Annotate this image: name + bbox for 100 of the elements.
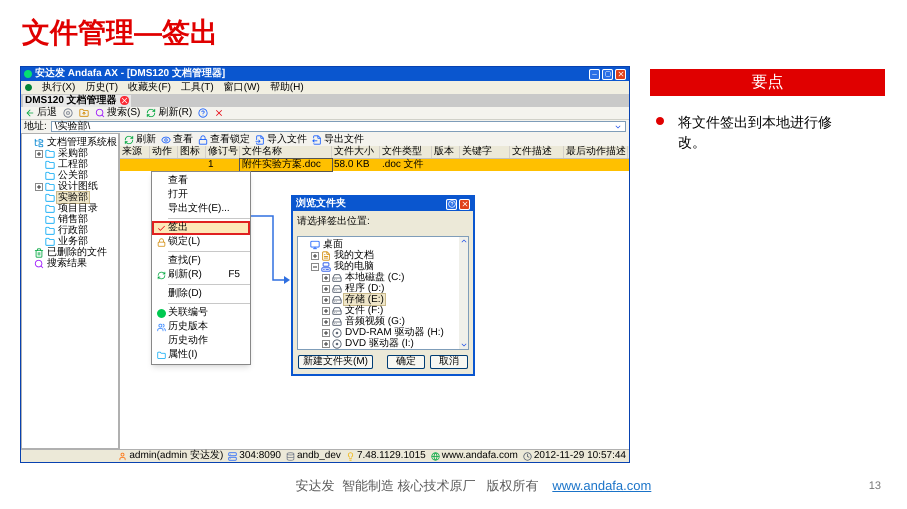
tree-item[interactable]: 业务部 bbox=[57, 236, 89, 247]
close-button[interactable] bbox=[459, 198, 470, 210]
tree-item[interactable]: 程序 (D:) bbox=[344, 283, 386, 294]
close-button[interactable] bbox=[615, 68, 626, 80]
menu-item[interactable]: 帮助(H) bbox=[270, 82, 304, 94]
eye-icon bbox=[161, 134, 171, 144]
tree-item[interactable]: 我的文档 bbox=[333, 250, 375, 261]
toolbar-button[interactable]: 导入文件 bbox=[255, 134, 307, 146]
folder-icon bbox=[45, 160, 55, 170]
column-header[interactable]: 最后动作描述 bbox=[564, 146, 628, 158]
column-header[interactable]: 图标 bbox=[178, 146, 206, 158]
globe-icon bbox=[430, 452, 440, 460]
close-icon bbox=[460, 200, 468, 208]
column-header[interactable]: 版本 bbox=[432, 146, 460, 158]
toolbar-button[interactable] bbox=[214, 108, 224, 118]
menu-item[interactable]: 查看 bbox=[152, 174, 250, 188]
expand-toggle-icon[interactable] bbox=[322, 296, 330, 304]
toolbar-button[interactable]: 后退 bbox=[25, 107, 57, 119]
menu-item[interactable]: 删除(D) bbox=[152, 287, 250, 301]
tree-item[interactable]: DVD-RAM 驱动器 (H:) bbox=[344, 327, 445, 338]
column-header[interactable]: 文件名称 bbox=[240, 146, 332, 158]
tree-item[interactable]: 工程部 bbox=[57, 159, 89, 170]
tree-item[interactable]: 销售部 bbox=[57, 214, 89, 225]
menu-item[interactable]: 关联编号 bbox=[152, 306, 250, 320]
scroll-up-icon[interactable] bbox=[460, 237, 468, 245]
column-header[interactable]: 关键字 bbox=[460, 146, 510, 158]
tree-item[interactable]: 我的电脑 bbox=[333, 261, 375, 272]
expand-toggle-icon[interactable] bbox=[322, 328, 330, 336]
menu-item[interactable]: 刷新(R) F5 bbox=[152, 268, 250, 282]
tree-item[interactable]: 本地磁盘 (C:) bbox=[344, 272, 406, 283]
menu-item[interactable]: 属性(I) bbox=[152, 348, 250, 362]
file-export-icon bbox=[312, 134, 322, 144]
clock-icon bbox=[522, 452, 532, 460]
collapse-toggle-icon[interactable] bbox=[311, 262, 319, 270]
menu-item[interactable]: 签出 bbox=[152, 221, 250, 235]
column-header[interactable]: 修订号 bbox=[206, 146, 240, 158]
toolbar-button[interactable] bbox=[198, 108, 208, 118]
expand-toggle-icon[interactable] bbox=[322, 284, 330, 292]
menu-item[interactable]: 执行(X) bbox=[42, 82, 76, 94]
expand-toggle-icon[interactable] bbox=[322, 318, 330, 326]
menu-item[interactable]: 窗口(W) bbox=[224, 82, 260, 94]
column-header[interactable]: 动作 bbox=[150, 146, 178, 158]
column-header[interactable]: 文件描述 bbox=[510, 146, 564, 158]
toolbar-button[interactable]: 查看 bbox=[161, 134, 193, 146]
menu-item[interactable]: 工具(T) bbox=[180, 82, 214, 94]
column-header[interactable]: 来源 bbox=[120, 146, 150, 158]
minimize-button[interactable] bbox=[589, 68, 600, 80]
toolbar-button[interactable]: 查看锁定 bbox=[198, 134, 250, 146]
toolbar-button[interactable]: 搜索(S) bbox=[95, 107, 140, 119]
tree-item[interactable]: 桌面 bbox=[322, 239, 344, 250]
table-row[interactable]: 1 附件实验方案.doc 58.0 KB .doc 文件 bbox=[120, 159, 629, 171]
menu-item[interactable]: 历史动作 bbox=[152, 334, 250, 348]
menu-item[interactable]: 查找(F) bbox=[152, 254, 250, 268]
scroll-down-icon[interactable] bbox=[460, 341, 468, 349]
tree-item[interactable]: 项目目录 bbox=[57, 203, 99, 214]
tree-item[interactable]: 文件 (F:) bbox=[344, 305, 384, 316]
tree-item[interactable]: 音频视频 (G:) bbox=[344, 316, 406, 327]
tree-item[interactable]: 已删除的文件 bbox=[46, 247, 108, 258]
toolbar-button[interactable]: 刷新(R) bbox=[146, 107, 192, 119]
table-cell: 附件实验方案.doc bbox=[240, 159, 332, 171]
document-tab[interactable]: DMS120 文档管理器 bbox=[23, 94, 131, 106]
database-icon bbox=[286, 452, 295, 460]
dialog-button[interactable]: 确定 bbox=[387, 355, 425, 369]
expand-toggle-icon[interactable] bbox=[35, 150, 43, 158]
footer-link[interactable]: www.andafa.com bbox=[552, 476, 652, 496]
dialog-button[interactable]: 取消 bbox=[430, 355, 468, 369]
tree-item[interactable]: DVD 驱动器 (I:) bbox=[344, 338, 415, 349]
scrollbar[interactable] bbox=[459, 237, 468, 349]
menu-item[interactable]: 历史(T) bbox=[85, 82, 118, 94]
menu-item[interactable]: 收藏夹(F) bbox=[128, 82, 171, 94]
toolbar-button[interactable]: 导出文件 bbox=[312, 134, 364, 146]
expand-toggle-icon[interactable] bbox=[322, 306, 330, 314]
column-header[interactable]: 文件大小 bbox=[332, 146, 380, 158]
tree-item[interactable]: 实验部 bbox=[57, 192, 89, 203]
address-field[interactable]: \实验部\ bbox=[50, 121, 626, 132]
expand-toggle-icon[interactable] bbox=[322, 340, 330, 348]
tree-item[interactable]: 行政部 bbox=[57, 225, 89, 236]
toolbar-button[interactable]: 刷新 bbox=[124, 134, 156, 146]
expand-toggle-icon[interactable] bbox=[35, 182, 43, 190]
restore-button[interactable] bbox=[602, 68, 613, 80]
expand-toggle-icon[interactable] bbox=[311, 252, 319, 260]
close-icon[interactable] bbox=[120, 96, 129, 105]
tree-item[interactable]: 采购部 bbox=[57, 148, 89, 159]
tree-item[interactable]: 存储 (E:) bbox=[344, 294, 385, 305]
toolbar-button[interactable] bbox=[79, 108, 89, 118]
tree-item[interactable]: 公关部 bbox=[57, 170, 89, 181]
hard-drive-icon bbox=[332, 284, 342, 294]
tree-item[interactable]: 文档管理系统根 bbox=[46, 137, 118, 148]
expand-toggle-icon[interactable] bbox=[322, 274, 330, 282]
help-button[interactable] bbox=[446, 198, 457, 210]
tree-item[interactable]: 搜索结果 bbox=[46, 258, 88, 269]
dialog-button[interactable]: 新建文件夹(M) bbox=[298, 355, 373, 369]
toolbar-button[interactable] bbox=[63, 108, 73, 118]
menu-item[interactable]: 锁定(L) bbox=[152, 235, 250, 249]
menu-item[interactable]: 历史版本 bbox=[152, 320, 250, 334]
menu-item[interactable]: 导出文件(E)... bbox=[152, 202, 250, 216]
column-header[interactable]: 文件类型 bbox=[380, 146, 432, 158]
lock-icon bbox=[198, 134, 208, 144]
menu-item[interactable]: 打开 bbox=[152, 188, 250, 202]
tree-item[interactable]: 设计图纸 bbox=[57, 181, 99, 192]
